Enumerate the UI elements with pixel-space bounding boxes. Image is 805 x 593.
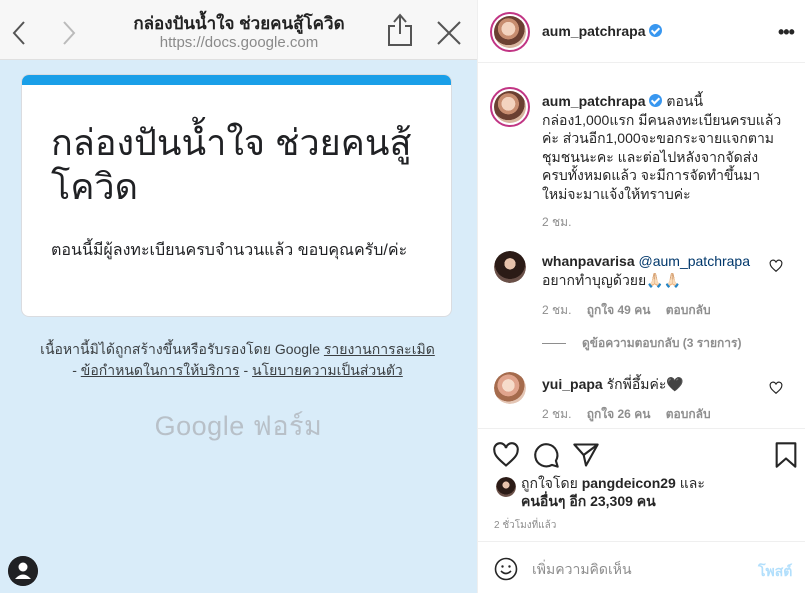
- google-disclaimer: เนื้อหานี้มิได้ถูกสร้างขึ้นหรือรับรองโดย…: [20, 339, 455, 381]
- page-url: https://docs.google.com: [159, 34, 319, 51]
- avatar[interactable]: [490, 87, 530, 127]
- post-author[interactable]: aum_patchrapa: [542, 23, 663, 39]
- account-icon[interactable]: [8, 556, 38, 586]
- report-abuse-link[interactable]: รายงานการละเมิด: [324, 341, 435, 357]
- close-icon[interactable]: [434, 18, 464, 48]
- comment-text: yui_papa รักพี่อึ้มค่ะ🖤: [542, 376, 684, 392]
- separator: -: [243, 362, 249, 378]
- more-options-icon[interactable]: •••: [778, 22, 795, 43]
- comment-username[interactable]: whanpavarisa: [542, 253, 635, 269]
- comment-meta: 2 ชม. ถูกใจ 49 คน ตอบกลับ: [542, 301, 723, 320]
- disclaimer-text: เนื้อหานี้มิได้ถูกสร้างขึ้นหรือรับรองโดย…: [40, 341, 320, 357]
- avatar[interactable]: [494, 251, 526, 283]
- form-closed-message: ตอนนี้มีผู้ลงทะเบียนครบจำนวนแล้ว ขอบคุณค…: [51, 242, 408, 259]
- post-comment-button[interactable]: โพสต์: [758, 561, 792, 583]
- post-caption: aum_patchrapa ตอนนี้กล่อง1,000แรก มีคนลง…: [542, 92, 782, 203]
- comment-time[interactable]: 2 ชม.: [542, 407, 571, 421]
- other-likers[interactable]: คนอื่นๆ อีก 23,309 คน: [521, 493, 656, 509]
- privacy-link[interactable]: นโยบายความเป็นส่วนตัว: [252, 362, 403, 378]
- bookmark-icon[interactable]: [772, 441, 800, 469]
- comment-likes[interactable]: ถูกใจ 49 คน: [587, 303, 651, 317]
- browser-toolbar: กล่องปันน้ำใจ ช่วยคนสู้โควิด https://doc…: [0, 0, 477, 60]
- view-replies-button[interactable]: ดูข้อความตอบกลับ (3 รายการ): [542, 334, 741, 353]
- emoji-icon[interactable]: [494, 557, 518, 581]
- likes-summary: ถูกใจโดย pangdeicon29 และ คนอื่นๆ อีก 23…: [521, 475, 705, 509]
- page-title: กล่องปันน้ำใจ ช่วยคนสู้โควิด: [133, 14, 345, 33]
- separator: -: [72, 362, 77, 378]
- back-arrow-icon[interactable]: [8, 18, 32, 48]
- comment-icon[interactable]: [532, 441, 560, 469]
- google-forms-logo: Google ฟอร์ม: [154, 411, 323, 441]
- avatar[interactable]: [494, 372, 526, 404]
- heart-icon[interactable]: [769, 259, 783, 273]
- avatar[interactable]: [496, 477, 516, 497]
- form-heading: กล่องปันน้ำใจ ช่วยคนสู้โควิด: [51, 122, 412, 207]
- heart-icon[interactable]: [492, 441, 520, 469]
- reply-button[interactable]: ตอบกลับ: [666, 407, 711, 421]
- terms-link[interactable]: ข้อกำหนดในการให้บริการ: [81, 362, 240, 378]
- post-actions: [478, 428, 805, 478]
- send-icon[interactable]: [572, 441, 600, 469]
- share-icon[interactable]: [384, 12, 416, 48]
- comment-text: whanpavarisa @aum_patchrapa อยากทำบุญด้ว…: [542, 253, 751, 288]
- forward-arrow-icon[interactable]: [56, 18, 80, 48]
- instagram-post-panel: aum_patchrapa ••• aum_patchrapa ตอนนี้กล…: [477, 0, 805, 593]
- form-card: กล่องปันน้ำใจ ช่วยคนสู้โควิด ตอนนี้มีผู้…: [21, 74, 452, 317]
- post-header: aum_patchrapa •••: [478, 0, 805, 63]
- form-accent-bar: [22, 75, 451, 85]
- caption-time[interactable]: 2 ชม.: [542, 213, 571, 232]
- caption-text: ตอนนี้กล่อง1,000แรก มีคนลงทะเบียนครบแล้ว…: [542, 93, 782, 202]
- avatar[interactable]: [490, 12, 530, 52]
- verified-badge-icon: [649, 94, 663, 107]
- comment-mention[interactable]: @aum_patchrapa: [639, 253, 751, 269]
- post-timestamp[interactable]: 2 ชั่วโมงที่แล้ว: [494, 518, 556, 533]
- verified-badge-icon: [649, 24, 663, 37]
- comment-input[interactable]: [532, 556, 742, 582]
- comment-username[interactable]: yui_papa: [542, 376, 603, 392]
- reply-button[interactable]: ตอบกลับ: [666, 303, 711, 317]
- comment-box: โพสต์: [478, 541, 805, 593]
- liker-username[interactable]: pangdeicon29: [582, 475, 676, 491]
- comment-meta: 2 ชม. ถูกใจ 26 คน ตอบกลับ: [542, 405, 723, 424]
- heart-icon[interactable]: [769, 381, 783, 395]
- comment-time[interactable]: 2 ชม.: [542, 303, 571, 317]
- caption-username[interactable]: aum_patchrapa: [542, 93, 645, 109]
- in-app-browser: กล่องปันน้ำใจ ช่วยคนสู้โควิด https://doc…: [0, 0, 477, 593]
- comment-likes[interactable]: ถูกใจ 26 คน: [587, 407, 651, 421]
